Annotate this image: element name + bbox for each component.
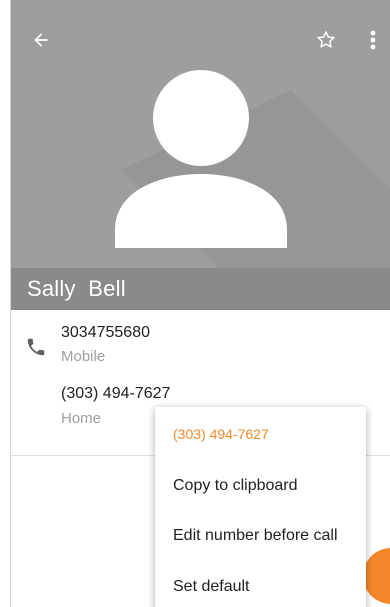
phone-context-menu: (303) 494-7627 Copy to clipboard Edit nu… <box>155 407 366 607</box>
menu-item-set-default[interactable]: Set default <box>155 562 366 607</box>
contact-name: Sally Bell <box>27 276 126 301</box>
favorite-button[interactable] <box>308 22 344 58</box>
more-options-button[interactable] <box>355 22 390 58</box>
back-button[interactable] <box>23 22 59 58</box>
phone-icon <box>27 338 45 356</box>
more-vert-icon <box>370 30 376 50</box>
contact-avatar-icon <box>115 70 287 248</box>
contact-header: Sally Bell <box>11 0 390 310</box>
menu-title: (303) 494-7627 <box>173 426 269 442</box>
star-outline-icon <box>317 31 335 48</box>
phone-type-label: Mobile <box>61 348 106 365</box>
arrow-back-icon <box>34 33 48 47</box>
phone-number: (303) 494-7627 <box>61 385 171 402</box>
phone-number: 3034755680 <box>61 324 150 341</box>
contact-name-bar: Sally Bell <box>11 268 390 310</box>
phone-type-label: Home <box>61 410 102 427</box>
menu-item-edit-number-before-call[interactable]: Edit number before call <box>155 511 366 561</box>
floating-action-button[interactable] <box>363 548 390 604</box>
menu-item-copy-to-clipboard[interactable]: Copy to clipboard <box>155 461 366 511</box>
